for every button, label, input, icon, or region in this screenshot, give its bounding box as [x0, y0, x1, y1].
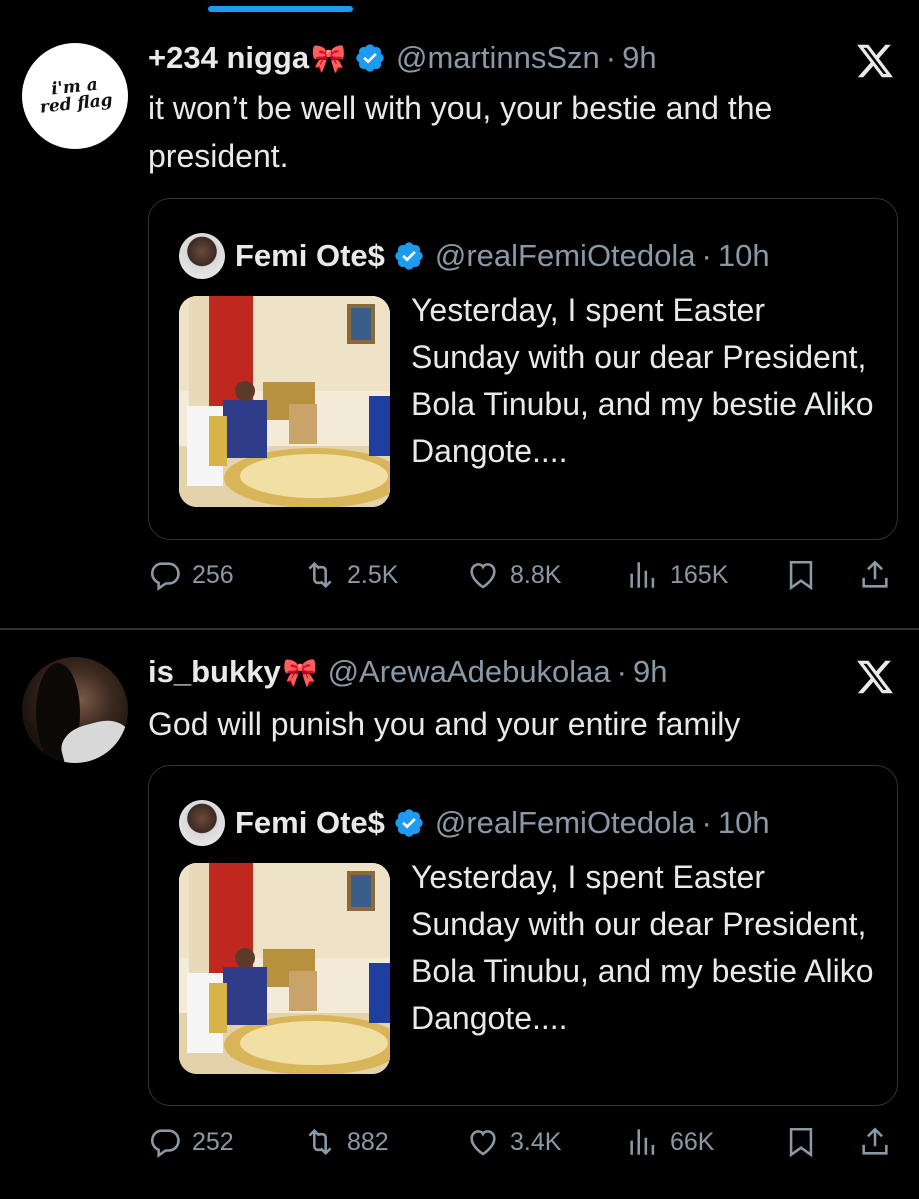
reply-icon: [150, 562, 180, 591]
quoted-tweet[interactable]: Femi Ote$ @realFemiOtedola · 10h Yesterd…: [148, 198, 898, 540]
tweet[interactable]: is_bukky 🎀 @ArewaAdebukolaa · 9h God wil…: [0, 630, 919, 1199]
reply-count: 252: [192, 1127, 234, 1156]
quoted-handle: @realFemiOtedola: [434, 805, 696, 840]
repost-icon: [308, 1128, 332, 1156]
views-icon: [630, 1129, 655, 1155]
share-icon: [862, 560, 888, 588]
quoted-timestamp: 10h: [717, 238, 770, 273]
quoted-tweet-text: Yesterday, I spent Easter Sunday with ou…: [411, 292, 874, 469]
tweet-actions: 256 2.5K 8.8K 165K: [148, 558, 898, 598]
verified-badge-icon: [395, 809, 423, 837]
quoted-tweet-image[interactable]: [179, 863, 390, 1074]
ribbon-emoji: 🎀: [311, 42, 346, 74]
tweet-header: +234 nigga 🎀 @martinnsSzn · 9h: [148, 40, 657, 76]
reply-count: 256: [192, 560, 234, 589]
views-button[interactable]: 165K: [626, 558, 728, 592]
reply-icon: [150, 1129, 180, 1158]
repost-count: 2.5K: [347, 560, 399, 589]
repost-button[interactable]: 2.5K: [303, 558, 398, 592]
separator-dot: ·: [701, 805, 712, 840]
separator-dot: ·: [616, 654, 627, 689]
verified-badge-icon: [395, 242, 423, 270]
display-name[interactable]: +234 nigga: [148, 40, 309, 76]
share-button[interactable]: [858, 1125, 902, 1159]
tweet-header: is_bukky 🎀 @ArewaAdebukolaa · 9h: [148, 654, 667, 690]
like-count: 8.8K: [510, 560, 562, 589]
display-name[interactable]: is_bukky: [148, 654, 281, 690]
quoted-timestamp: 10h: [717, 805, 770, 840]
quoted-display-name: Femi Ote$: [235, 238, 385, 273]
views-button[interactable]: 66K: [626, 1125, 714, 1159]
repost-icon: [308, 561, 332, 589]
quoted-tweet-text: Yesterday, I spent Easter Sunday with ou…: [411, 859, 874, 1036]
tweet-text: it won’t be well with you, your bestie a…: [148, 90, 773, 174]
avatar[interactable]: [22, 657, 128, 763]
like-button[interactable]: 8.8K: [466, 558, 561, 592]
quoted-handle: @realFemiOtedola: [434, 238, 696, 273]
reply-button[interactable]: 252: [148, 1125, 234, 1159]
reply-button[interactable]: 256: [148, 558, 234, 592]
share-icon: [862, 1127, 888, 1155]
separator-dot: ·: [605, 40, 617, 75]
heart-icon: [470, 1130, 496, 1156]
repost-button[interactable]: 882: [303, 1125, 389, 1159]
quoted-avatar: [179, 233, 225, 279]
views-count: 66K: [670, 1127, 715, 1156]
x-logo-icon: [857, 44, 894, 78]
bookmark-icon: [789, 1127, 813, 1158]
quoted-avatar: [179, 800, 225, 846]
avatar[interactable]: i'm a red flag: [22, 43, 128, 149]
heart-icon: [470, 563, 496, 589]
like-button[interactable]: 3.4K: [466, 1125, 561, 1159]
bookmark-icon: [789, 560, 813, 591]
timestamp[interactable]: 9h: [633, 654, 667, 690]
separator-dot: ·: [701, 238, 712, 273]
tweet-actions: 252 882 3.4K 66K: [148, 1125, 898, 1165]
handle[interactable]: @ArewaAdebukolaa: [328, 654, 611, 690]
ribbon-emoji: 🎀: [282, 656, 318, 688]
quoted-tweet-image[interactable]: [179, 296, 390, 507]
quoted-tweet[interactable]: Femi Ote$ @realFemiOtedola · 10h Yesterd…: [148, 765, 898, 1106]
avatar-text-line-2: red flag: [38, 90, 114, 118]
quoted-tweet-header: Femi Ote$ @realFemiOtedola · 10h: [179, 800, 770, 846]
quoted-display-name: Femi Ote$: [235, 805, 385, 840]
bookmark-button[interactable]: [784, 558, 828, 592]
x-logo-icon: [857, 660, 894, 694]
handle[interactable]: @martinnsSzn: [396, 40, 600, 76]
repost-count: 882: [347, 1127, 389, 1156]
views-count: 165K: [670, 560, 729, 589]
tweet-text: God will punish you and your entire fami…: [148, 706, 741, 742]
bookmark-button[interactable]: [784, 1125, 828, 1159]
timestamp[interactable]: 9h: [622, 40, 656, 76]
share-button[interactable]: [858, 558, 902, 592]
quoted-tweet-header: Femi Ote$ @realFemiOtedola · 10h: [179, 233, 770, 279]
like-count: 3.4K: [510, 1127, 562, 1156]
views-icon: [630, 562, 655, 588]
verified-badge-icon: [356, 44, 384, 72]
tweet[interactable]: i'm a red flag +234 nigga 🎀 @martinnsSzn…: [0, 0, 919, 628]
